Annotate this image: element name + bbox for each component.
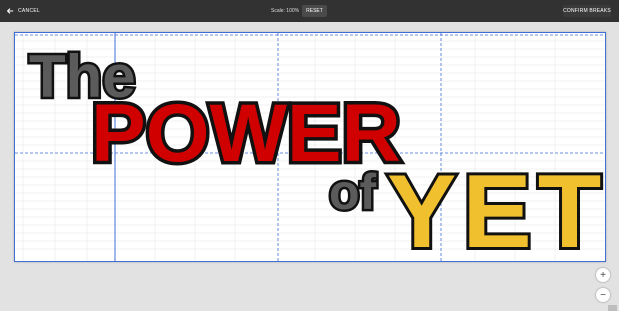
zoom-out-button[interactable]: −	[596, 288, 610, 302]
scrollbar-corner[interactable]	[608, 305, 617, 311]
sheet-graphic: The POWER of YET	[15, 33, 605, 261]
word-of: of	[329, 164, 377, 220]
back-arrow-icon	[6, 8, 14, 14]
print-preview-canvas: The POWER of YET + −	[0, 22, 619, 311]
plus-icon: +	[600, 269, 606, 281]
top-toolbar: CANCEL Scale: 100% RESET CONFIRM BREAKS	[0, 0, 619, 22]
word-yet: YET	[387, 154, 605, 261]
scale-label: Scale: 100%	[271, 8, 300, 14]
confirm-breaks-label: CONFIRM BREAKS	[563, 8, 611, 14]
cancel-button[interactable]: CANCEL	[6, 4, 40, 18]
reset-button[interactable]: RESET	[302, 5, 327, 17]
zoom-in-button[interactable]: +	[596, 268, 610, 282]
cancel-label: CANCEL	[18, 8, 41, 14]
minus-icon: −	[600, 289, 606, 301]
spreadsheet-page: The POWER of YET	[14, 32, 606, 262]
confirm-breaks-button[interactable]: CONFIRM BREAKS	[563, 5, 611, 17]
reset-label: RESET	[306, 8, 323, 14]
